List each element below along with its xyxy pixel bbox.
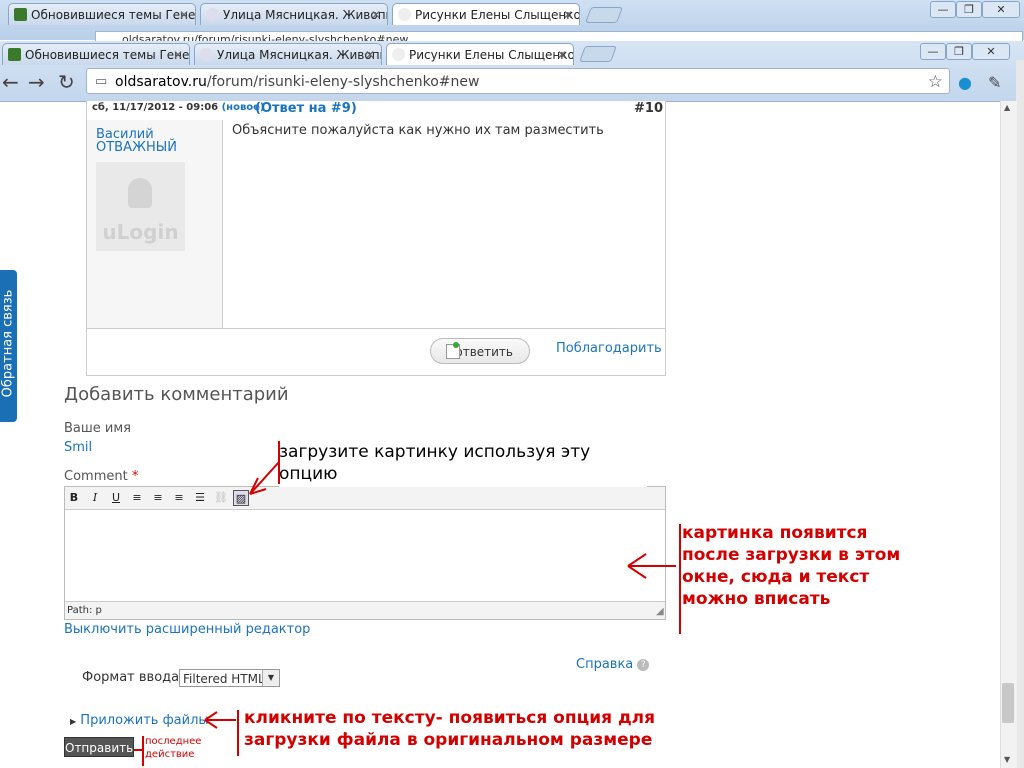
arrow-upload-icon [249,441,280,495]
arrow-editor-icon [627,524,681,634]
arrow-last-icon [134,736,144,766]
annotation-arrows [134,441,681,766]
arrow-attach-icon [204,710,239,756]
